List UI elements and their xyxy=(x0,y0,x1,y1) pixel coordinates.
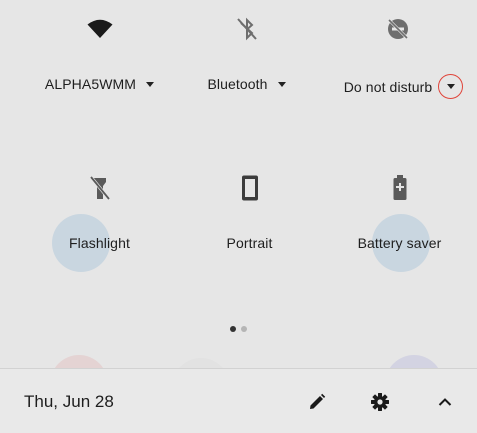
tile-wifi[interactable]: ALPHA5WMM xyxy=(20,12,179,92)
quick-settings-panel: ALPHA5WMM Bluetooth Do not disturb Flash… xyxy=(0,0,477,433)
tile-bluetooth[interactable]: Bluetooth xyxy=(167,12,326,92)
flashlight-off-icon[interactable] xyxy=(20,171,179,205)
bluetooth-off-icon[interactable] xyxy=(167,12,326,46)
page-dot-active xyxy=(230,326,236,332)
portrait-label: Portrait xyxy=(226,235,273,251)
tile-battery-saver[interactable]: Battery saver xyxy=(320,171,477,251)
portrait-label-row: Portrait xyxy=(170,235,329,251)
chevron-down-icon[interactable] xyxy=(277,81,286,87)
settings-button[interactable] xyxy=(366,388,394,416)
wifi-label-row[interactable]: ALPHA5WMM xyxy=(20,76,179,92)
tile-do-not-disturb[interactable]: Do not disturb xyxy=(318,12,477,99)
flashlight-label-row: Flashlight xyxy=(20,235,179,251)
date-label: Thu, Jun 28 xyxy=(24,392,114,411)
edit-button[interactable] xyxy=(303,388,331,416)
dnd-off-icon[interactable] xyxy=(318,12,477,46)
gear-icon xyxy=(371,393,389,411)
dnd-label-row[interactable]: Do not disturb xyxy=(318,74,477,99)
battery-saver-label-row: Battery saver xyxy=(320,235,477,251)
pencil-icon xyxy=(310,393,326,409)
collapse-button[interactable] xyxy=(431,388,459,416)
dnd-label: Do not disturb xyxy=(343,78,433,95)
wifi-icon[interactable] xyxy=(20,12,179,46)
bluetooth-label: Bluetooth xyxy=(207,76,268,92)
tile-portrait[interactable]: Portrait xyxy=(170,171,329,251)
battery-saver-label: Battery saver xyxy=(357,235,442,251)
page-dot xyxy=(241,326,247,332)
page-indicator xyxy=(0,326,477,332)
flashlight-label: Flashlight xyxy=(69,235,130,251)
chevron-down-icon[interactable] xyxy=(446,84,455,89)
dnd-expand-button[interactable] xyxy=(438,74,464,99)
chevron-down-icon[interactable] xyxy=(146,81,155,87)
bluetooth-label-row[interactable]: Bluetooth xyxy=(167,76,326,92)
quick-settings-footer: Thu, Jun 28 xyxy=(0,368,477,433)
chevron-up-icon xyxy=(438,398,452,406)
battery-saver-icon[interactable] xyxy=(320,171,477,205)
tile-flashlight[interactable]: Flashlight xyxy=(20,171,179,251)
portrait-icon[interactable] xyxy=(170,171,329,205)
wifi-network-name: ALPHA5WMM xyxy=(44,76,137,92)
